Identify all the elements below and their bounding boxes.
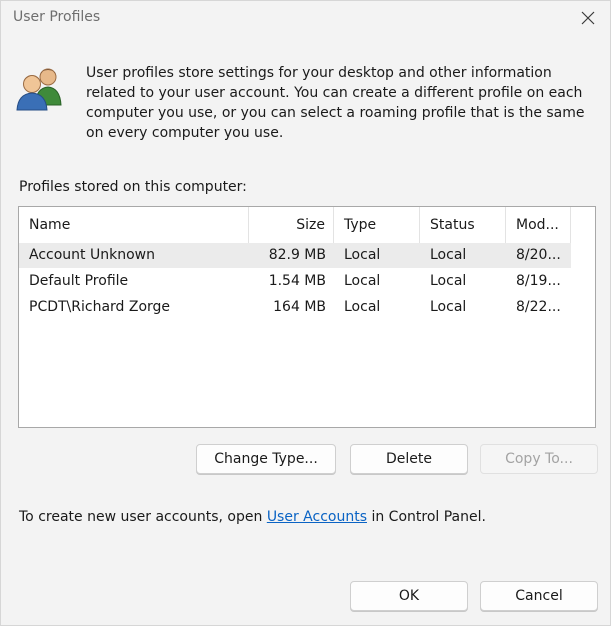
table-row[interactable]: PCDT\Richard Zorge 164 MB Local Local 8/…	[19, 295, 571, 320]
close-button[interactable]	[570, 3, 606, 33]
column-header-size[interactable]: Size	[249, 207, 334, 243]
close-icon	[581, 11, 595, 25]
intro-description: User profiles store settings for your de…	[86, 65, 585, 141]
table-row[interactable]: Default Profile 1.54 MB Local Local 8/19…	[19, 269, 571, 294]
column-header-status[interactable]: Status	[420, 207, 506, 243]
cell-size: 164 MB	[273, 299, 326, 315]
listview-header: Name Size Type Status Mod...	[19, 207, 595, 243]
cell-name: PCDT\Richard Zorge	[29, 299, 171, 315]
change-type-button[interactable]: Change Type...	[196, 444, 336, 474]
delete-button[interactable]: Delete	[350, 444, 468, 474]
copy-to-button[interactable]: Copy To...	[480, 444, 598, 474]
cell-size: 1.54 MB	[268, 273, 326, 289]
cancel-button[interactable]: Cancel	[480, 581, 598, 611]
column-header-modified[interactable]: Mod...	[506, 207, 571, 243]
user-accounts-link[interactable]: User Accounts	[267, 509, 367, 525]
cell-size: 82.9 MB	[268, 247, 326, 263]
cell-modified: 8/20...	[516, 247, 561, 263]
column-header-name[interactable]: Name	[19, 207, 249, 243]
cell-name: Default Profile	[29, 273, 129, 289]
footer-prefix: To create new user accounts, open	[19, 509, 267, 525]
cell-name: Account Unknown	[29, 247, 155, 263]
cell-modified: 8/22...	[516, 299, 561, 315]
user-profiles-dialog: User Profiles User profiles store settin…	[0, 0, 611, 626]
profiles-listview[interactable]: Name Size Type Status Mod... Account Unk…	[18, 206, 596, 428]
cell-type: Local	[344, 299, 381, 315]
table-row[interactable]: Account Unknown 82.9 MB Local Local 8/20…	[19, 243, 571, 268]
window-title: User Profiles	[13, 9, 101, 25]
cell-status: Local	[430, 273, 467, 289]
cell-modified: 8/19...	[516, 273, 561, 289]
cell-type: Local	[344, 273, 381, 289]
ok-button[interactable]: OK	[350, 581, 468, 611]
footer-text: To create new user accounts, open User A…	[19, 509, 486, 525]
column-header-type[interactable]: Type	[334, 207, 420, 243]
cell-type: Local	[344, 247, 381, 263]
users-icon	[16, 68, 62, 111]
profiles-section-label: Profiles stored on this computer:	[19, 179, 247, 195]
cell-status: Local	[430, 299, 467, 315]
cell-status: Local	[430, 247, 467, 263]
footer-suffix: in Control Panel.	[367, 509, 486, 525]
title-bar[interactable]: User Profiles	[1, 1, 610, 35]
